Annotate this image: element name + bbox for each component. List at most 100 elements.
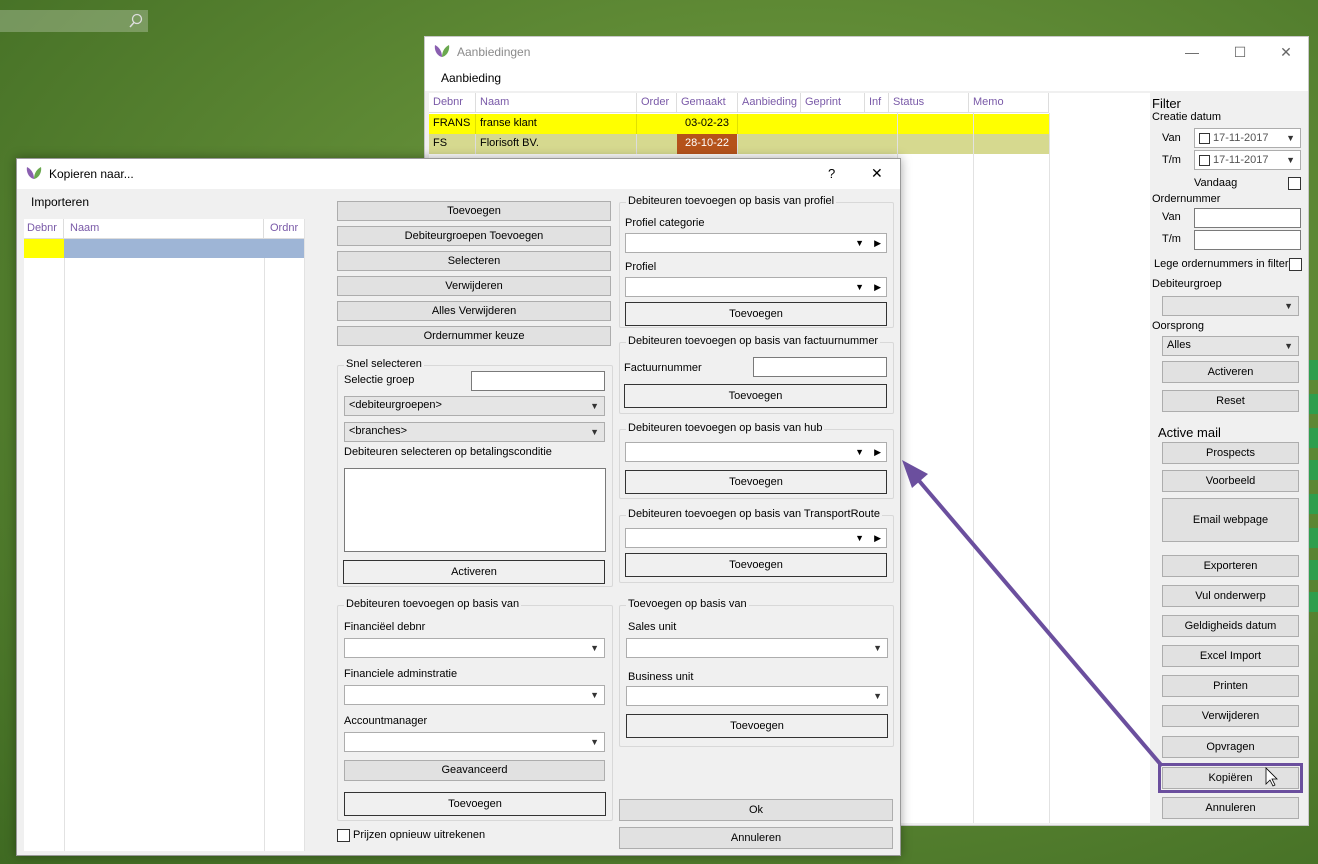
col-memo[interactable]: Memo	[969, 93, 1049, 113]
chevron-right-icon[interactable]: ▶	[874, 533, 881, 544]
snel-selecteren-title: Snel selecteren	[344, 358, 424, 370]
accountmanager-label: Accountmanager	[344, 715, 428, 727]
snel-activeren-button[interactable]: Activeren	[343, 560, 605, 584]
printen-button[interactable]: Printen	[1162, 675, 1299, 697]
table-row[interactable]	[24, 239, 304, 258]
grid-header: Debnr Naam Order Gemaakt Aanbieding Gepr…	[429, 93, 1049, 113]
menu-aanbieding[interactable]: Aanbieding	[441, 71, 501, 85]
vandaag-checkbox[interactable]	[1288, 177, 1301, 190]
col-naam[interactable]: Naam	[476, 93, 637, 113]
verwijderen-button[interactable]: Verwijderen	[1162, 705, 1299, 727]
toevoegen-basis-group: Toevoegen op basis van Sales unit ▼ Busi…	[619, 598, 894, 747]
close-icon[interactable]: ✕	[1271, 41, 1301, 63]
debiteurgroep-select[interactable]: ▼	[1162, 296, 1299, 316]
lege-ordernummers-checkbox[interactable]	[1289, 258, 1302, 271]
oorsprong-select[interactable]: Alles ▼	[1162, 336, 1299, 356]
profiel-select[interactable]: ▼ ▶	[625, 277, 887, 297]
import-grid[interactable]: Debnr Naam Ordnr	[24, 219, 305, 851]
transport-toevoegen-button[interactable]: Toevoegen	[625, 553, 887, 577]
col-naam[interactable]: Naam	[64, 219, 264, 239]
col-debnr[interactable]: Debnr	[429, 93, 476, 113]
email-webpage-button[interactable]: Email webpage	[1162, 498, 1299, 542]
cell-debnr: FS	[429, 134, 476, 154]
chevron-down-icon: ▼	[873, 691, 882, 701]
order-van-label: Van	[1162, 211, 1181, 223]
debiteurgroepen-toevoegen-button[interactable]: Debiteurgroepen Toevoegen	[337, 226, 611, 246]
active-mail-title: Active mail	[1158, 425, 1221, 440]
col-aanbieding[interactable]: Aanbieding	[738, 93, 801, 113]
dialog-annuleren-button[interactable]: Annuleren	[619, 827, 893, 849]
prospects-button[interactable]: Prospects	[1162, 442, 1299, 464]
order-van-input[interactable]	[1194, 208, 1301, 228]
geavanceerd-button[interactable]: Geavanceerd	[344, 760, 605, 781]
toevoegen-button[interactable]: Toevoegen	[337, 201, 611, 221]
profiel-categorie-select[interactable]: ▼ ▶	[625, 233, 887, 253]
chevron-right-icon[interactable]: ▶	[874, 447, 881, 458]
financiele-admin-select[interactable]: ▼	[344, 685, 605, 705]
selectie-groep-input[interactable]	[471, 371, 605, 391]
col-debnr[interactable]: Debnr	[24, 219, 64, 239]
selecteren-button[interactable]: Selecteren	[337, 251, 611, 271]
minimize-icon[interactable]: —	[1177, 41, 1207, 63]
transport-select[interactable]: ▼ ▶	[625, 528, 887, 548]
hub-select[interactable]: ▼ ▶	[625, 442, 887, 462]
ordernummer-keuze-button[interactable]: Ordernummer keuze	[337, 326, 611, 346]
ok-button[interactable]: Ok	[619, 799, 893, 821]
alles-verwijderen-button[interactable]: Alles Verwijderen	[337, 301, 611, 321]
geldigheids-datum-button[interactable]: Geldigheids datum	[1162, 615, 1299, 637]
table-row[interactable]: FRANS franse klant 03-02-23	[429, 114, 1049, 134]
maximize-icon[interactable]: ☐	[1225, 41, 1255, 63]
col-gemaakt[interactable]: Gemaakt	[677, 93, 738, 113]
dialog-title-bar: Kopieren naar... ? ✕	[17, 159, 900, 189]
betalingsconditie-list[interactable]	[344, 468, 606, 552]
col-inf[interactable]: Inf	[865, 93, 889, 113]
factuur-toevoegen-button[interactable]: Toevoegen	[624, 384, 887, 408]
background-window-fragment	[1309, 560, 1318, 580]
hub-toevoegen-button[interactable]: Toevoegen	[625, 470, 887, 494]
chevron-right-icon[interactable]: ▶	[874, 238, 881, 249]
close-icon[interactable]: ✕	[871, 165, 883, 182]
basis-unit-toevoegen-button[interactable]: Toevoegen	[626, 714, 888, 738]
van-date-checkbox[interactable]	[1199, 133, 1210, 144]
vul-onderwerp-button[interactable]: Vul onderwerp	[1162, 585, 1299, 607]
financieel-debnr-select[interactable]: ▼	[344, 638, 605, 658]
verwijderen-button[interactable]: Verwijderen	[337, 276, 611, 296]
col-geprint[interactable]: Geprint	[801, 93, 865, 113]
basis-van-group: Debiteuren toevoegen op basis van Financ…	[337, 598, 613, 821]
sales-unit-select[interactable]: ▼	[626, 638, 888, 658]
importeren-menu[interactable]: Importeren	[31, 195, 89, 209]
help-icon[interactable]: ?	[828, 166, 835, 181]
factuurnummer-input[interactable]	[753, 357, 887, 377]
activeren-button[interactable]: Activeren	[1162, 361, 1299, 383]
col-order[interactable]: Order	[637, 93, 677, 113]
chevron-down-icon: ▼	[590, 401, 599, 411]
debiteurgroepen-value: <debiteurgroepen>	[349, 399, 442, 411]
chevron-right-icon[interactable]: ▶	[874, 282, 881, 293]
chevron-down-icon: ▼	[1284, 341, 1293, 351]
basis-toevoegen-button[interactable]: Toevoegen	[344, 792, 606, 816]
tm-date-checkbox[interactable]	[1199, 155, 1210, 166]
business-unit-select[interactable]: ▼	[626, 686, 888, 706]
annuleren-button[interactable]: Annuleren	[1162, 797, 1299, 819]
van-date-picker[interactable]: 17-11-2017 ▼	[1194, 128, 1301, 148]
accountmanager-select[interactable]: ▼	[344, 732, 605, 752]
table-row[interactable]: FS Florisoft BV. 28-10-22	[429, 134, 1049, 154]
tm-date-picker[interactable]: 17-11-2017 ▼	[1194, 150, 1301, 170]
prijzen-checkbox[interactable]	[337, 829, 350, 842]
col-status[interactable]: Status	[889, 93, 969, 113]
order-tm-input[interactable]	[1194, 230, 1301, 250]
taskbar-search[interactable]	[0, 10, 148, 32]
voorbeeld-button[interactable]: Voorbeeld	[1162, 470, 1299, 492]
branches-select[interactable]: <branches> ▼	[344, 422, 605, 442]
chevron-down-icon: ▼	[1286, 155, 1295, 165]
profiel-toevoegen-button[interactable]: Toevoegen	[625, 302, 887, 326]
col-ordnr[interactable]: Ordnr	[264, 219, 304, 239]
kopieren-button[interactable]: Kopiëren	[1158, 763, 1303, 793]
oorsprong-label: Oorsprong	[1152, 320, 1204, 332]
exporteren-button[interactable]: Exporteren	[1162, 555, 1299, 577]
debiteurgroepen-select[interactable]: <debiteurgroepen> ▼	[344, 396, 605, 416]
excel-import-button[interactable]: Excel Import	[1162, 645, 1299, 667]
app-logo-icon	[434, 45, 450, 57]
opvragen-button[interactable]: Opvragen	[1162, 736, 1299, 758]
reset-button[interactable]: Reset	[1162, 390, 1299, 412]
